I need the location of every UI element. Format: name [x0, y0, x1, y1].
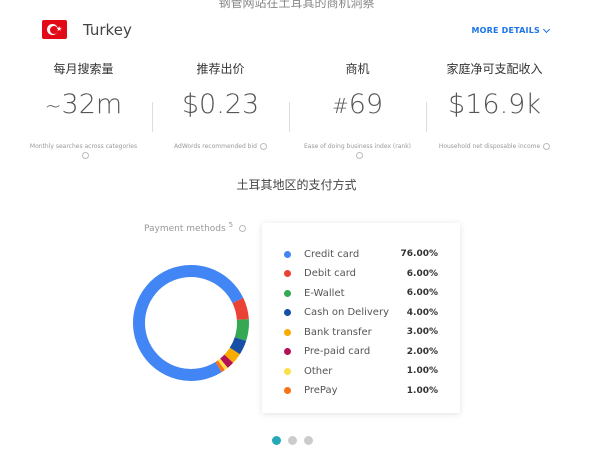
donut-slice-e-wallet[interactable]	[234, 319, 249, 341]
stat-subtitle-text: Monthly searches across categories	[29, 143, 138, 150]
legend-value: 2.00%	[406, 346, 438, 357]
legend-item-other[interactable]: Other 1.00%	[262, 363, 460, 379]
legend-swatch	[284, 328, 291, 336]
stat-value: $0.23	[152, 86, 289, 124]
page-caption: 钢管网站在土耳其的商机洞察	[218, 0, 375, 10]
donut-slice-prepay[interactable]	[215, 360, 225, 373]
pager-dot-1[interactable]	[272, 436, 281, 445]
payment-legend: Credit card 76.00% Debit card 6.00% E-Wallet…	[262, 223, 460, 413]
legend-item-bank-transfer[interactable]: Bank transfer 3.00%	[262, 324, 460, 340]
donut-slice-debit-card[interactable]	[232, 297, 249, 321]
legend-value: 6.00%	[406, 268, 438, 279]
stat-title: 每月搜索量	[53, 62, 114, 76]
stat-subtitle-text: AdWords recommended bid	[174, 143, 257, 150]
stat-subtitle: AdWords recommended bid	[152, 142, 289, 151]
legend-swatch	[284, 250, 291, 258]
info-icon[interactable]	[81, 152, 89, 159]
donut-slice-bank-transfer[interactable]	[224, 347, 240, 363]
legend-value: 1.00%	[406, 385, 438, 396]
legend-swatch	[284, 309, 291, 316]
stat-subtitle-text: Ease of doing business index (rank)	[303, 143, 412, 150]
legend-label: Pre-paid card	[304, 346, 371, 357]
payment-donut-chart	[133, 265, 249, 381]
legend-value: 3.00%	[406, 327, 438, 337]
legend-label: Credit card	[304, 248, 360, 260]
legend-item-debit-card[interactable]: Debit card 6.00%	[262, 266, 460, 282]
stat-value: ~32m	[15, 86, 152, 124]
stat-number: 32m	[61, 89, 123, 120]
legend-value: 4.00%	[406, 307, 438, 318]
info-icon[interactable]	[355, 152, 363, 159]
legend-label: Debit card	[304, 268, 356, 279]
section-title: 土耳其地区的支付方式	[236, 178, 357, 192]
legend-item-credit-card[interactable]: Credit card 76.00%	[262, 246, 460, 262]
payment-label-text: Payment methods	[144, 224, 226, 234]
country-header: ★ Turkey	[42, 20, 132, 39]
legend-swatch	[284, 348, 291, 355]
stat-recommended-bid: 推荐出价 $0.23 AdWords recommended bid	[152, 60, 289, 160]
stat-household-income: 家庭净可支配收入 $16.9k Household net disposable…	[426, 60, 563, 160]
payment-count: 5	[228, 221, 234, 229]
more-details-link[interactable]: MORE DETAILS	[471, 25, 551, 35]
stat-number: 69	[348, 89, 384, 120]
legend-item-cash-on-delivery[interactable]: Cash on Delivery 4.00%	[262, 305, 460, 321]
stat-subtitle: Monthly searches across categories	[15, 142, 152, 160]
stat-value: #69	[289, 86, 426, 124]
legend-swatch	[284, 367, 291, 375]
legend-item-e-wallet[interactable]: E-Wallet 6.00%	[262, 285, 460, 301]
donut-slice-other[interactable]	[217, 358, 228, 371]
chevron-down-icon	[542, 25, 551, 33]
more-details-label: MORE DETAILS	[471, 26, 540, 35]
legend-label: PrePay	[304, 385, 338, 396]
legend-label: Other	[304, 365, 333, 377]
legend-label: Bank transfer	[304, 326, 372, 338]
stat-subtitle: Household net disposable income	[426, 142, 563, 151]
stat-number: $16.9k	[448, 89, 541, 120]
stat-value: $16.9k	[426, 86, 563, 124]
donut-slice-pre-paid-card[interactable]	[220, 354, 234, 368]
country-name: Turkey	[83, 20, 132, 39]
stat-title: 商机	[345, 62, 370, 76]
stat-title: 家庭净可支配收入	[446, 62, 543, 76]
pager-dot-3[interactable]	[304, 436, 313, 445]
donut-slice-cash-on-delivery[interactable]	[229, 337, 247, 355]
turkey-flag-icon: ★	[42, 20, 67, 39]
stat-prefix: #	[331, 94, 349, 118]
legend-swatch	[284, 289, 291, 297]
info-icon[interactable]	[543, 143, 551, 150]
legend-label: E-Wallet	[304, 287, 345, 299]
stat-monthly-searches: 每月搜索量 ~32m Monthly searches across categ…	[15, 60, 152, 160]
stat-number: $0.23	[181, 89, 260, 120]
legend-value: 1.00%	[406, 366, 438, 376]
stat-business-rank: 商机 #69 Ease of doing business index (ran…	[289, 60, 426, 160]
stat-subtitle-text: Household net disposable income	[438, 143, 541, 150]
pager-dot-2[interactable]	[288, 436, 297, 445]
info-icon[interactable]	[238, 225, 246, 232]
legend-label: Cash on Delivery	[304, 307, 389, 318]
legend-swatch	[284, 387, 291, 394]
legend-value: 76.00%	[400, 249, 439, 259]
stat-title: 推荐出价	[196, 62, 245, 76]
stat-prefix: ~	[44, 94, 62, 118]
legend-item-pre-paid-card[interactable]: Pre-paid card 2.00%	[262, 344, 460, 360]
legend-value: 6.00%	[406, 288, 438, 298]
payment-methods-label: Payment methods 5	[144, 221, 246, 234]
carousel-pager	[272, 436, 313, 445]
legend-swatch	[284, 270, 291, 277]
info-icon[interactable]	[259, 143, 267, 150]
stat-subtitle: Ease of doing business index (rank)	[289, 142, 426, 160]
legend-item-prepay[interactable]: PrePay 1.00%	[262, 383, 460, 399]
stats-row: 每月搜索量 ~32m Monthly searches across categ…	[15, 60, 563, 160]
